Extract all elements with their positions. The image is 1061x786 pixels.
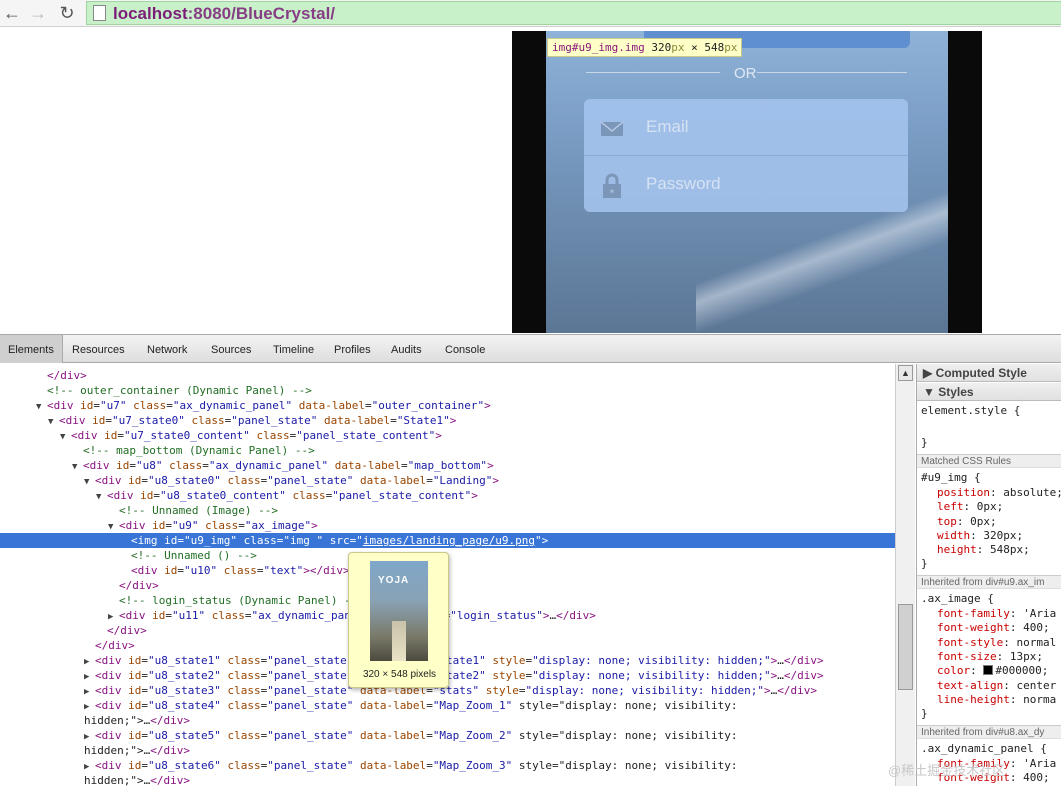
dom-node[interactable]: ▼ <div id="u7_state0" class="panel_state"… bbox=[0, 413, 895, 428]
reload-icon[interactable]: ↻ bbox=[57, 3, 77, 23]
dom-node[interactable]: ▼ <div id="u8_state0_content" class="pane… bbox=[0, 488, 895, 503]
styles-header[interactable]: ▼ Styles bbox=[917, 383, 1061, 401]
lock-icon: * bbox=[603, 173, 621, 199]
color-swatch-icon[interactable] bbox=[983, 665, 994, 676]
preview-road bbox=[392, 621, 406, 661]
watermark: @稀土掘金技术社区 bbox=[888, 763, 1006, 778]
inspect-tooltip: img#u9_img.img 320px × 548px bbox=[547, 38, 743, 57]
envelope-icon bbox=[600, 121, 624, 136]
rule-selector[interactable]: #u9_img { bbox=[921, 471, 981, 485]
computed-style-header[interactable]: ▶ Computed Style bbox=[917, 364, 1061, 382]
browser-toolbar: ← → ↻ localhost:8080/BlueCrystal/ bbox=[0, 0, 1061, 27]
svg-text:*: * bbox=[610, 188, 615, 199]
css-property[interactable]: font-size: 13px; bbox=[937, 650, 1043, 664]
rule-selector[interactable]: .ax_dynamic_panel { bbox=[921, 742, 1047, 756]
address-bar[interactable]: localhost:8080/BlueCrystal/ bbox=[86, 1, 1061, 25]
dom-node[interactable]: ▼ <div id="u8" class="ax_dynamic_panel" d… bbox=[0, 458, 895, 473]
scroll-up-icon[interactable]: ▲ bbox=[898, 365, 913, 381]
dom-node[interactable]: ▼ <div id="u9" class="ax_image"> bbox=[0, 518, 895, 533]
or-label: OR bbox=[734, 65, 757, 82]
css-property[interactable]: line-height: norma bbox=[937, 693, 1056, 707]
styles-sidebar: ▶ Computed Style ▼ Styles element.style … bbox=[916, 364, 1061, 786]
css-property[interactable]: font-family: 'Aria bbox=[937, 607, 1056, 621]
tab-network[interactable]: Network bbox=[139, 335, 195, 363]
css-property[interactable]: left: 0px; bbox=[937, 500, 1003, 514]
css-property[interactable]: font-style: normal bbox=[937, 636, 1056, 650]
element-style-rule[interactable]: element.style { bbox=[921, 404, 1020, 418]
scroll-thumb[interactable] bbox=[898, 604, 913, 690]
tab-sources[interactable]: Sources bbox=[203, 335, 259, 363]
css-property[interactable]: text-align: center bbox=[937, 679, 1056, 693]
tab-timeline[interactable]: Timeline bbox=[265, 335, 322, 363]
password-field[interactable]: Password bbox=[646, 174, 721, 194]
inherited-header: Inherited from div#u8.ax_dy bbox=[917, 725, 1061, 739]
dom-node[interactable]: <!-- Unnamed (Image) --> bbox=[0, 503, 895, 518]
devtools-panel: Elements Resources Network Sources Timeline P… bbox=[0, 334, 1061, 786]
css-property[interactable]: font-weight: 400; bbox=[937, 621, 1050, 635]
dom-node[interactable]: ▼ <div id="u7_state0_content" class="pane… bbox=[0, 428, 895, 443]
rule-close: } bbox=[921, 557, 928, 570]
login-form: Email * Password bbox=[584, 99, 908, 212]
tab-audits[interactable]: Audits bbox=[383, 335, 430, 363]
css-property[interactable]: color: #000000; bbox=[937, 664, 1048, 678]
dom-node-selected[interactable]: <img id="u9_img" class="img " src="image… bbox=[0, 533, 895, 548]
page-viewport: OR Email * Password img#u9_img.img 320px… bbox=[0, 27, 1061, 333]
image-preview-popover: YOJA 320 × 548 pixels bbox=[348, 552, 449, 688]
tab-profiles[interactable]: Profiles bbox=[326, 335, 379, 363]
dom-node[interactable]: hidden;">…</div> bbox=[0, 713, 895, 728]
dom-node[interactable]: ▼ <div id="u8_state0" class="panel_state"… bbox=[0, 473, 895, 488]
matched-rules-header: Matched CSS Rules bbox=[917, 454, 1061, 468]
page-icon bbox=[93, 5, 106, 21]
rule-close: } bbox=[921, 707, 928, 720]
css-property[interactable]: width: 320px; bbox=[937, 529, 1023, 543]
back-icon[interactable]: ← bbox=[2, 3, 22, 23]
dom-node[interactable]: ▶ <div id="u8_state6" class="panel_state"… bbox=[0, 758, 895, 773]
rule-close: } bbox=[921, 436, 928, 449]
image-preview: YOJA bbox=[370, 561, 428, 661]
dom-node[interactable]: ▼ <div id="u7" class="ax_dynamic_panel" d… bbox=[0, 398, 895, 413]
dom-node[interactable]: hidden;">…</div> bbox=[0, 743, 895, 758]
dom-node[interactable]: hidden;">…</div> bbox=[0, 773, 895, 786]
tab-elements[interactable]: Elements bbox=[0, 335, 63, 363]
css-property[interactable]: top: 0px; bbox=[937, 515, 997, 529]
divider-right bbox=[757, 72, 907, 73]
dom-node[interactable]: ▶ <div id="u8_state4" class="panel_state"… bbox=[0, 698, 895, 713]
dom-node[interactable]: <!-- map_bottom (Dynamic Panel) --> bbox=[0, 443, 895, 458]
tab-resources[interactable]: Resources bbox=[64, 335, 133, 363]
divider-left bbox=[586, 72, 720, 73]
forward-icon[interactable]: → bbox=[28, 3, 48, 23]
devtools-tabbar: Elements Resources Network Sources Timeline P… bbox=[0, 335, 1061, 363]
dom-node[interactable]: ▶ <div id="u8_state5" class="panel_state"… bbox=[0, 728, 895, 743]
image-size-caption: 320 × 548 pixels bbox=[362, 669, 437, 680]
css-property[interactable]: position: absolute; bbox=[937, 486, 1061, 500]
phone-frame: OR Email * Password bbox=[512, 31, 982, 333]
tab-console[interactable]: Console bbox=[437, 335, 493, 363]
inherited-header: Inherited from div#u9.ax_im bbox=[917, 575, 1061, 589]
css-property[interactable]: height: 548px; bbox=[937, 543, 1030, 557]
email-field[interactable]: Email bbox=[646, 117, 689, 137]
field-divider bbox=[584, 155, 908, 156]
url-text: localhost:8080/BlueCrystal/ bbox=[113, 4, 336, 23]
elements-scrollbar[interactable]: ▲ bbox=[895, 364, 915, 786]
preview-logo: YOJA bbox=[378, 575, 410, 586]
app-screen: OR Email * Password bbox=[546, 31, 948, 333]
dom-node[interactable]: <!-- outer_container (Dynamic Panel) --> bbox=[0, 383, 895, 398]
dom-node[interactable]: </div> bbox=[0, 368, 895, 383]
rule-selector[interactable]: .ax_image { bbox=[921, 592, 994, 606]
